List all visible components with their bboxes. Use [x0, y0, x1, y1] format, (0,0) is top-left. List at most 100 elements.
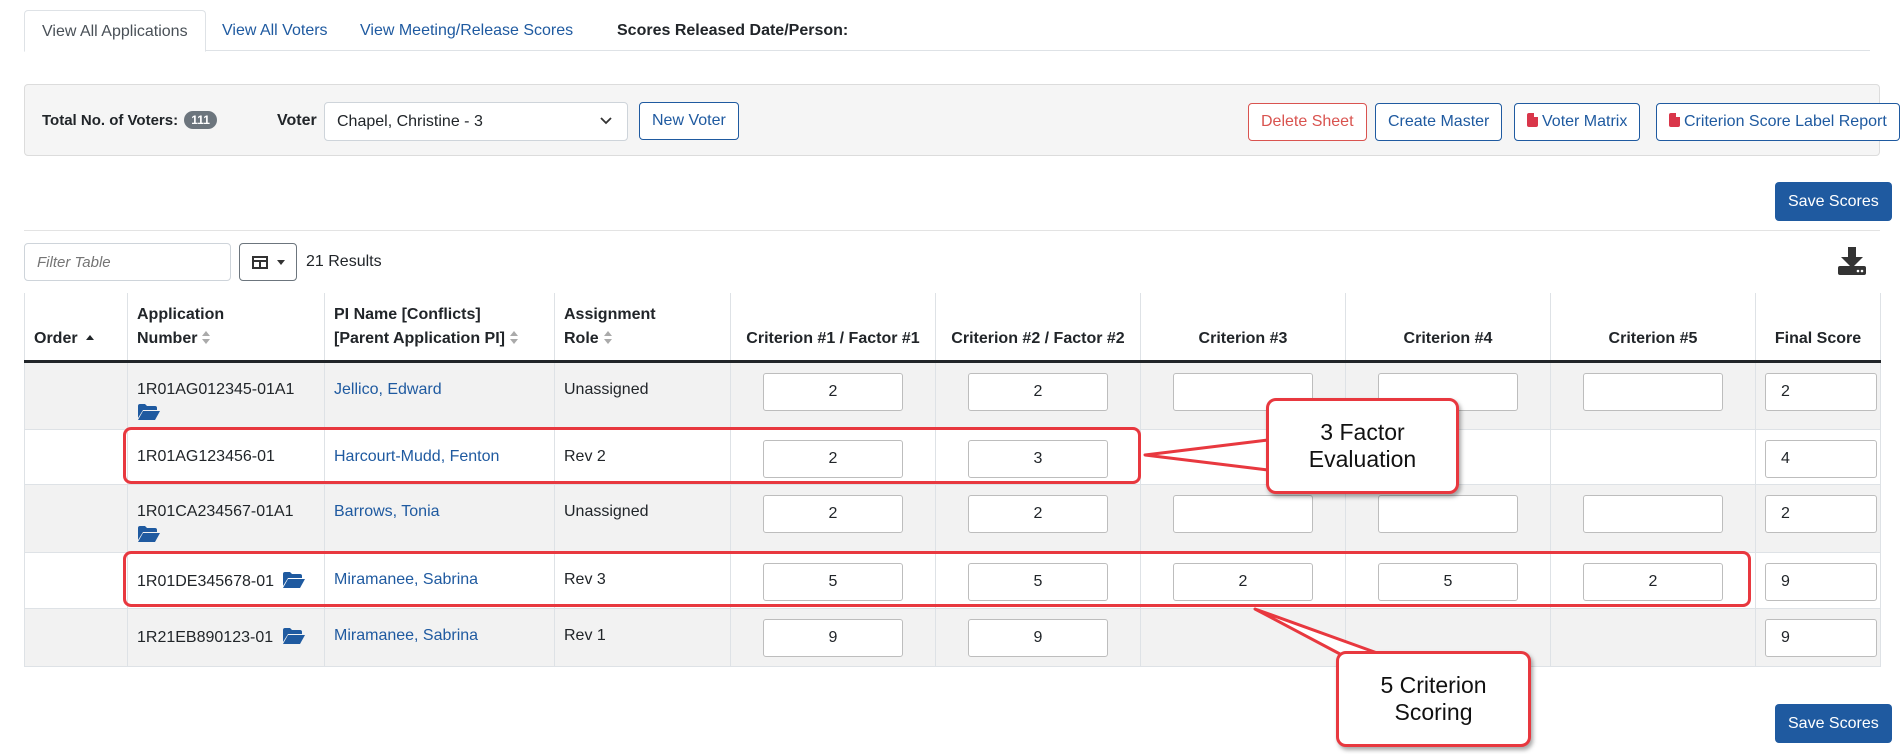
pi-name-cell: Barrows, Tonia	[324, 484, 555, 553]
criterion-5-cell	[1550, 608, 1756, 667]
criterion-2-input[interactable]: 3	[968, 440, 1108, 478]
voter-select-value: Chapel, Christine - 3	[337, 113, 483, 130]
scores-released-label: Scores Released Date/Person:	[617, 22, 849, 39]
criterion-score-label-report-button[interactable]: Criterion Score Label Report	[1656, 103, 1900, 141]
final-score-input[interactable]: 9	[1765, 619, 1877, 657]
assignment-role-cell: Rev 1	[554, 608, 731, 667]
criterion-4-cell: 5	[1345, 552, 1551, 609]
pi-name-link[interactable]: Miramanee, Sabrina	[334, 553, 545, 589]
criterion-5-input[interactable]	[1583, 373, 1723, 411]
chevron-down-icon	[599, 103, 613, 154]
criterion-1-input[interactable]: 2	[763, 440, 903, 478]
assignment-role: Rev 1	[564, 627, 606, 644]
header-assignment-role[interactable]: Assignment Role	[554, 293, 731, 363]
table-row: 1R01AG123456-01 Harcourt-Mudd, Fenton Re…	[24, 429, 1881, 485]
application-number: 1R21EB890123-01	[137, 629, 274, 646]
download-icon[interactable]	[1836, 245, 1868, 277]
final-score-input[interactable]: 4	[1765, 440, 1877, 478]
application-number: 1R01AG012345-01A1	[137, 381, 295, 398]
pi-name-cell: Miramanee, Sabrina	[324, 552, 555, 609]
folder-open-icon[interactable]	[282, 571, 306, 589]
caret-down-icon	[277, 260, 285, 265]
create-master-button[interactable]: Create Master	[1375, 103, 1503, 141]
header-criterion-1: Criterion #1 / Factor #1	[730, 293, 936, 363]
voter-matrix-button[interactable]: Voter Matrix	[1514, 103, 1641, 141]
sort-icon	[509, 331, 519, 345]
application-number: 1R01AG123456-01	[137, 448, 275, 465]
tab-view-all-applications[interactable]: View All Applications	[24, 10, 206, 52]
order-cell	[24, 608, 128, 667]
criterion-5-input[interactable]: 2	[1583, 563, 1723, 601]
application-number-wrap: 1R01DE345678-01	[137, 553, 315, 591]
pi-name-cell: Miramanee, Sabrina	[324, 608, 555, 667]
criterion-1-input[interactable]: 5	[763, 563, 903, 601]
folder-open-icon[interactable]	[137, 525, 161, 543]
header-application-number[interactable]: Application Number	[127, 293, 325, 363]
pdf-icon	[1669, 113, 1680, 127]
table-header-row: Order Application Number PI Name [Conflic…	[24, 293, 1881, 363]
application-number-cell: 1R01AG012345-01A1	[127, 361, 325, 430]
order-cell	[24, 429, 128, 485]
header-criterion-4: Criterion #4	[1345, 293, 1551, 363]
criterion-2-cell: 9	[935, 608, 1141, 667]
final-score-input[interactable]: 9	[1765, 563, 1877, 601]
save-scores-button-bottom[interactable]: Save Scores	[1775, 704, 1892, 743]
filter-table-input[interactable]	[24, 243, 231, 281]
criterion-4-input[interactable]	[1378, 495, 1518, 533]
pi-name-link[interactable]: Barrows, Tonia	[334, 485, 545, 521]
criterion-1-input[interactable]: 2	[763, 373, 903, 411]
pi-name-link[interactable]: Miramanee, Sabrina	[334, 609, 545, 645]
assignment-role: Rev 2	[564, 448, 606, 465]
criterion-2-input[interactable]: 5	[968, 563, 1108, 601]
final-score-input[interactable]: 2	[1765, 495, 1877, 533]
header-criterion-2: Criterion #2 / Factor #2	[935, 293, 1141, 363]
final-score-input[interactable]: 2	[1765, 373, 1877, 411]
voter-select[interactable]: Chapel, Christine - 3	[324, 102, 628, 141]
criterion-2-input[interactable]: 2	[968, 495, 1108, 533]
callout-criterion-scoring: 5 Criterion Scoring	[1336, 651, 1531, 747]
criterion-4-input[interactable]: 5	[1378, 563, 1518, 601]
criterion-1-input[interactable]: 2	[763, 495, 903, 533]
criterion-2-cell: 3	[935, 429, 1141, 485]
sort-icon	[603, 331, 613, 345]
pi-name-cell: Harcourt-Mudd, Fenton	[324, 429, 555, 485]
final-score-cell: 9	[1755, 552, 1881, 609]
folder-open-icon[interactable]	[282, 627, 306, 645]
criterion-1-cell: 2	[730, 484, 936, 553]
assignment-role-cell: Unassigned	[554, 361, 731, 430]
table-columns-icon	[252, 256, 268, 269]
application-number-cell: 1R01CA234567-01A1	[127, 484, 325, 553]
final-score-cell: 4	[1755, 429, 1881, 485]
criterion-2-input[interactable]: 2	[968, 373, 1108, 411]
criterion-5-cell: 2	[1550, 552, 1756, 609]
save-scores-button-top[interactable]: Save Scores	[1775, 182, 1892, 221]
tab-view-meeting-release-scores[interactable]: View Meeting/Release Scores	[343, 10, 590, 51]
criterion-5-input[interactable]	[1583, 495, 1723, 533]
criterion-1-cell: 2	[730, 361, 936, 430]
header-criterion-5: Criterion #5	[1550, 293, 1756, 363]
tab-view-all-voters[interactable]: View All Voters	[205, 10, 345, 51]
voters-count-badge: 111	[184, 111, 217, 129]
pi-name-link[interactable]: Jellico, Edward	[334, 363, 545, 399]
criterion-2-cell: 2	[935, 361, 1141, 430]
application-number-cell: 1R01DE345678-01	[127, 552, 325, 609]
folder-open-icon[interactable]	[137, 403, 161, 421]
delete-sheet-button[interactable]: Delete Sheet	[1248, 103, 1367, 141]
criterion-1-input[interactable]: 9	[763, 619, 903, 657]
column-toggle-button[interactable]	[239, 243, 297, 281]
order-cell	[24, 484, 128, 553]
header-pi-name[interactable]: PI Name [Conflicts] [Parent Application P…	[324, 293, 555, 363]
voter-matrix-label: Voter Matrix	[1542, 113, 1628, 130]
pi-name-link[interactable]: Harcourt-Mudd, Fenton	[334, 430, 545, 466]
final-score-cell: 2	[1755, 361, 1881, 430]
table-row: 1R01AG012345-01A1 Jellico, Edward Unassi…	[24, 361, 1881, 430]
criterion-5-cell	[1550, 361, 1756, 430]
criterion-3-input[interactable]	[1173, 495, 1313, 533]
assignment-role: Unassigned	[564, 503, 649, 520]
header-order[interactable]: Order	[24, 293, 128, 363]
application-number-cell: 1R21EB890123-01	[127, 608, 325, 667]
criterion-2-cell: 5	[935, 552, 1141, 609]
criterion-2-input[interactable]: 9	[968, 619, 1108, 657]
criterion-3-input[interactable]: 2	[1173, 563, 1313, 601]
new-voter-button[interactable]: New Voter	[639, 102, 739, 140]
